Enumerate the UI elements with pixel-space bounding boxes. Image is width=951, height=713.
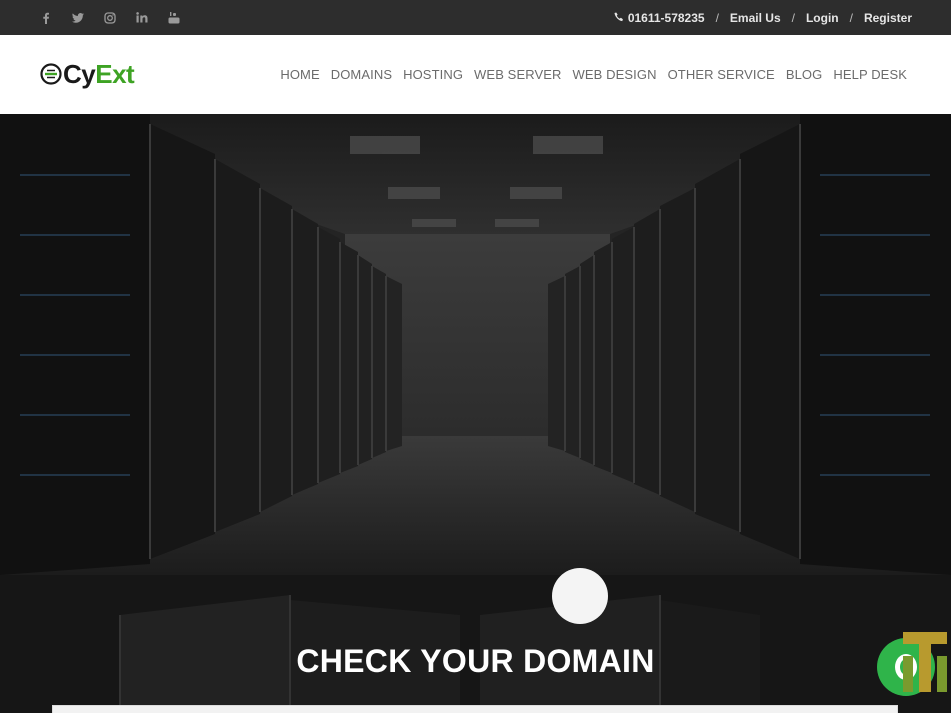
nav-help-desk[interactable]: HELP DESK bbox=[833, 67, 907, 82]
linkedin-icon[interactable] bbox=[126, 0, 158, 35]
top-bar: 01611-578235 / Email Us / Login / Regist… bbox=[0, 0, 951, 35]
nav-other-service[interactable]: OTHER SERVICE bbox=[668, 67, 775, 82]
logo-mark-icon bbox=[40, 63, 62, 85]
separator: / bbox=[715, 10, 719, 25]
domain-search-input[interactable] bbox=[52, 705, 898, 713]
email-us-link[interactable]: Email Us bbox=[730, 11, 781, 25]
domain-title: CHECK YOUR DOMAIN bbox=[296, 643, 655, 679]
nav-blog[interactable]: BLOG bbox=[786, 67, 823, 82]
instagram-icon[interactable] bbox=[94, 0, 126, 35]
server-room-image bbox=[0, 114, 951, 575]
domain-check-section: CHECK YOUR DOMAIN bbox=[0, 575, 951, 713]
separator: / bbox=[849, 10, 853, 25]
site-logo[interactable]: CyExt bbox=[40, 57, 135, 91]
logo-text: CyExt bbox=[63, 58, 135, 89]
facebook-icon[interactable] bbox=[30, 0, 62, 35]
separator: / bbox=[791, 10, 795, 25]
nav-hosting[interactable]: HOSTING bbox=[403, 67, 463, 82]
watermark-logo bbox=[899, 628, 951, 706]
register-link[interactable]: Register bbox=[864, 11, 912, 25]
social-links bbox=[30, 0, 190, 35]
login-link[interactable]: Login bbox=[806, 11, 839, 25]
scroll-down-button[interactable] bbox=[552, 568, 608, 624]
top-links: 01611-578235 / Email Us / Login / Regist… bbox=[614, 0, 912, 35]
phone-number[interactable]: 01611-578235 bbox=[628, 11, 705, 25]
site-header: CyExt HOME DOMAINS HOSTING WEB SERVER WE… bbox=[0, 35, 951, 114]
nav-web-server[interactable]: WEB SERVER bbox=[474, 67, 561, 82]
hero-banner bbox=[0, 114, 951, 575]
nav-web-design[interactable]: WEB DESIGN bbox=[573, 67, 657, 82]
phone-icon bbox=[614, 11, 624, 25]
nav-home[interactable]: HOME bbox=[280, 67, 319, 82]
youtube-icon[interactable] bbox=[158, 0, 190, 35]
nav-domains[interactable]: DOMAINS bbox=[331, 67, 392, 82]
main-nav: HOME DOMAINS HOSTING WEB SERVER WEB DESI… bbox=[280, 35, 907, 114]
twitter-icon[interactable] bbox=[62, 0, 94, 35]
